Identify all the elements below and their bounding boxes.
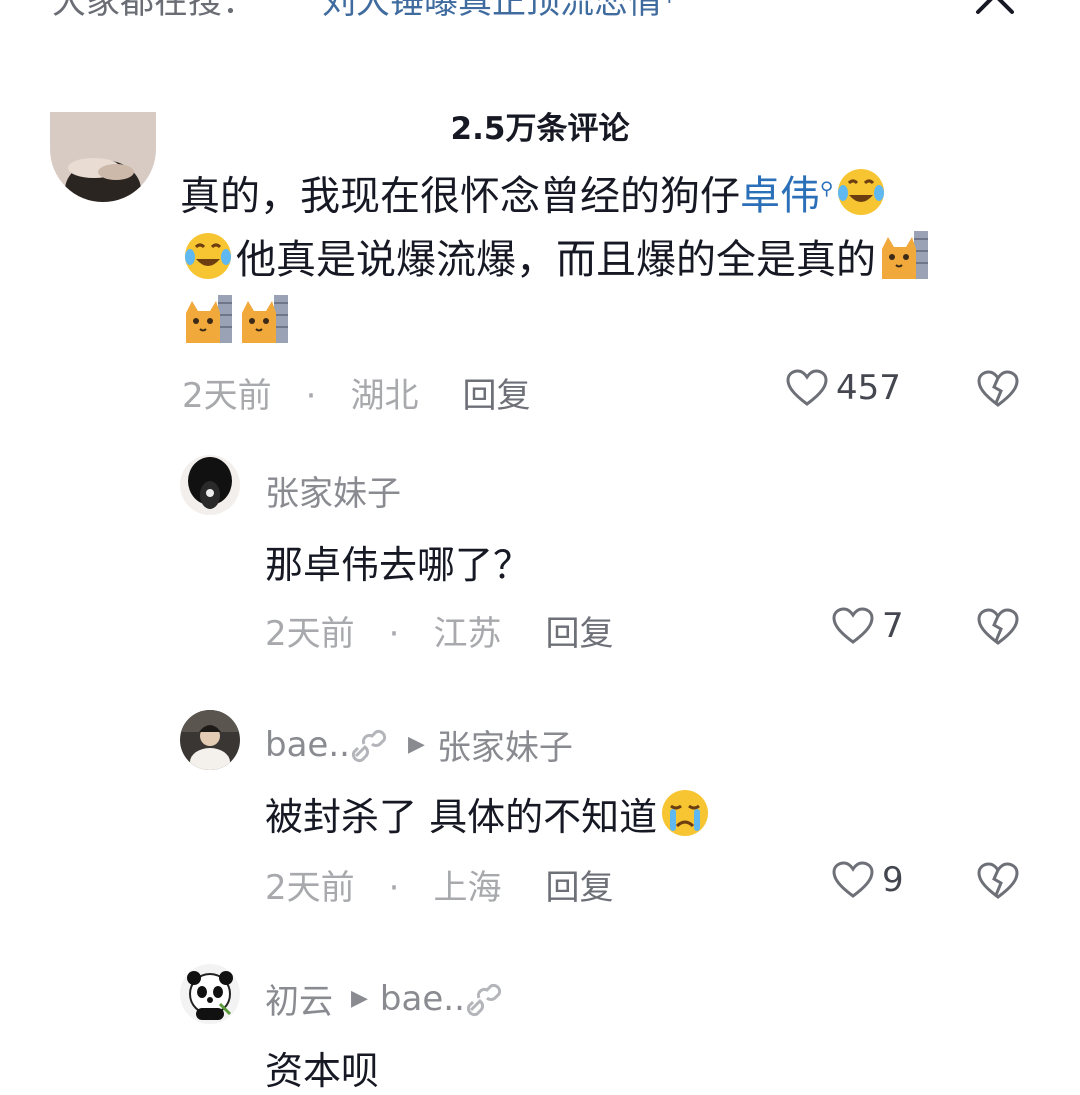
- cat-peek-emoji: [882, 231, 928, 280]
- avatar[interactable]: [180, 710, 240, 770]
- trending-search-bar[interactable]: 大家都在搜： 刘大锤曝真正顶流恋情⚲: [0, 0, 1080, 34]
- like-count: 7: [882, 606, 904, 646]
- comment-time: 2天前: [265, 868, 355, 908]
- dislike-heart-icon[interactable]: [977, 608, 1019, 646]
- hashtag-link[interactable]: 卓伟⚲: [740, 173, 833, 219]
- comment-location: 江苏: [433, 614, 502, 654]
- reply-to-username[interactable]: bae..: [380, 979, 465, 1019]
- like-count: 457: [836, 368, 901, 408]
- comment-text-part: 他真是说爆流爆，而且爆的全是真的: [236, 237, 876, 284]
- reply-text: 那卓伟去哪了？: [265, 543, 532, 587]
- crying-face-emoji: [662, 790, 709, 836]
- separator-dot: ·: [388, 614, 400, 654]
- username-text: 初云: [265, 982, 333, 1022]
- like-button[interactable]: 457: [786, 368, 901, 408]
- separator-dot: ·: [388, 868, 400, 908]
- reply-button[interactable]: 回复: [545, 868, 613, 908]
- reply-text-content: 被封杀了 具体的不知道: [265, 795, 658, 839]
- like-count: 9: [882, 860, 904, 900]
- reply-username[interactable]: 张家妹子: [265, 466, 401, 515]
- dislike-heart-icon[interactable]: [977, 862, 1019, 900]
- comment-time: 2天前: [182, 376, 272, 416]
- trending-search-term-text: 刘大锤曝真正顶流恋情: [322, 0, 662, 22]
- reply-button[interactable]: 回复: [545, 614, 613, 654]
- dislike-heart-icon[interactable]: [977, 370, 1019, 408]
- comment-text-part: 真的，我现在很怀念曾经的狗仔: [180, 173, 740, 220]
- reply-text: 被封杀了 具体的不知道: [265, 786, 713, 841]
- like-button[interactable]: 9: [832, 860, 904, 900]
- link-chain-icon: [351, 729, 386, 762]
- comment-meta: 2天前 · 湖北 回复: [182, 368, 530, 417]
- heart-outline-icon: [832, 861, 874, 898]
- cat-peek-emoji: [242, 295, 288, 344]
- main-comment-text: 真的，我现在很怀念曾经的狗仔卓伟⚲ 他真是说爆流爆，而且爆的全是真的: [180, 158, 1040, 356]
- heart-outline-icon: [832, 607, 874, 644]
- reply-to-arrow-icon: ▶: [407, 732, 425, 757]
- username-text: 张家妹子: [265, 474, 401, 514]
- comment-meta: 2天前 · 江苏 回复: [265, 606, 613, 655]
- reply-to-username[interactable]: 张家妹子: [437, 720, 573, 769]
- cat-peek-emoji: [186, 295, 232, 344]
- avatar[interactable]: [50, 112, 156, 202]
- comment-location: 上海: [433, 868, 502, 908]
- username-text: bae..: [265, 724, 350, 765]
- separator-dot: ·: [305, 376, 317, 416]
- reply-button[interactable]: 回复: [462, 376, 530, 416]
- like-button[interactable]: 7: [832, 606, 904, 646]
- reply-username[interactable]: 初云 ▶ bae..: [265, 974, 505, 1023]
- joy-tears-emoji: [185, 233, 231, 280]
- heart-outline-icon: [786, 369, 828, 406]
- search-icon: ⚲: [662, 0, 677, 6]
- trending-search-prefix: 大家都在搜：: [52, 0, 256, 22]
- link-chain-icon: [466, 983, 501, 1016]
- comment-count-title: 2.5万条评论: [450, 111, 630, 147]
- comment-time: 2天前: [265, 614, 355, 654]
- search-icon: ⚲: [820, 179, 834, 200]
- reply-to-arrow-icon: ▶: [351, 986, 368, 1011]
- comment-meta: 2天前 · 上海 回复: [265, 860, 613, 909]
- reply-username[interactable]: bae.. ▶ 张家妹子: [265, 720, 573, 769]
- joy-tears-emoji: [838, 169, 885, 216]
- avatar[interactable]: [180, 964, 240, 1024]
- reply-text: 资本呗: [265, 1049, 380, 1093]
- avatar[interactable]: [180, 455, 240, 515]
- hashtag-link-text: 卓伟: [740, 173, 820, 220]
- comment-location: 湖北: [350, 376, 419, 416]
- close-icon[interactable]: [972, 0, 1018, 24]
- trending-search-term[interactable]: 刘大锤曝真正顶流恋情⚲: [322, 0, 677, 23]
